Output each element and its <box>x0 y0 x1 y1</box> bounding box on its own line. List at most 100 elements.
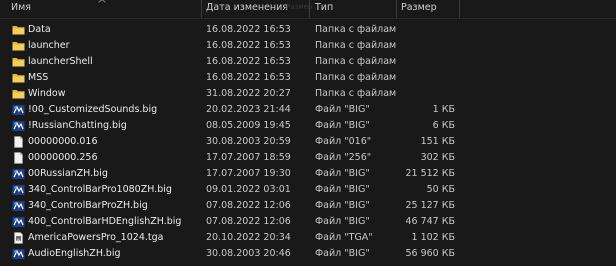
file-size: 21 512 КБ <box>405 168 455 179</box>
file-size <box>397 86 455 102</box>
file-size: 1 102 КБ <box>411 232 455 243</box>
list-item[interactable]: AudioEnglishZH.big 30.08.2003 20:46 Файл… <box>0 246 460 262</box>
list-item[interactable]: !00_CustomizedSounds.big 20.02.2023 21:4… <box>0 102 460 118</box>
column-header-type[interactable]: Тип <box>310 0 397 18</box>
file-size: 50 КБ <box>426 184 455 195</box>
file-date: 08.05.2009 19:45 <box>206 120 291 131</box>
column-header-size[interactable]: Размер <box>397 0 460 18</box>
file-name: 00RussianZH.big <box>28 168 108 179</box>
file-name: 00000000.256 <box>28 152 98 163</box>
file-date: 07.08.2022 12:06 <box>206 216 291 227</box>
list-item[interactable]: Window 31.08.2022 20:27 Папка с файлами <box>0 86 460 102</box>
file-type: Файл "BIG" <box>315 248 370 259</box>
file-name: 340_ControlBarProZH.big <box>28 200 148 211</box>
file-name: AmericaPowersPro_1024.tga <box>28 232 164 243</box>
file-type: Файл "BIG" <box>315 200 370 211</box>
file-type: Файл "TGA" <box>315 232 373 243</box>
column-header-name-label: Имя <box>11 2 31 13</box>
list-item[interactable]: launcher 16.08.2022 16:53 Папка с файлам… <box>0 38 460 54</box>
column-header-date-label: Дата изменения <box>206 2 289 13</box>
big-file-icon <box>12 185 25 195</box>
list-item[interactable]: !RussianChatting.big 08.05.2009 19:45 Фа… <box>0 118 460 134</box>
file-name: AudioEnglishZH.big <box>28 248 121 259</box>
file-type: Файл "016" <box>315 136 372 147</box>
file-date: 16.08.2022 16:53 <box>206 40 291 51</box>
file-date: 16.08.2022 16:53 <box>206 72 291 83</box>
big-file-icon <box>12 105 25 115</box>
file-date: 20.02.2023 21:44 <box>206 104 291 115</box>
list-item[interactable]: 00RussianZH.big 17.07.2007 19:30 Файл "B… <box>0 166 460 182</box>
file-date: 09.01.2022 03:01 <box>206 184 291 195</box>
file-size <box>397 38 455 54</box>
list-item[interactable]: AmericaPowersPro_1024.tga 20.10.2022 20:… <box>0 230 460 246</box>
file-size: 56 960 КБ <box>405 248 455 259</box>
file-type: Файл "256" <box>315 152 372 163</box>
file-type: Файл "BIG" <box>315 104 370 115</box>
generic-file-icon <box>14 152 23 164</box>
file-type: Файл "BIG" <box>315 184 370 195</box>
folder-icon <box>12 42 25 51</box>
file-name: 340_ControlBarPro1080ZH.big <box>28 184 172 195</box>
column-header-type-label: Тип <box>315 2 334 13</box>
tga-file-icon <box>14 232 23 244</box>
sort-up-icon <box>98 0 106 3</box>
file-date: 30.08.2003 20:46 <box>206 248 291 259</box>
list-item[interactable]: Data 16.08.2022 16:53 Папка с файлами <box>0 22 460 38</box>
big-file-icon <box>12 217 25 227</box>
file-name: launcherShell <box>28 56 93 67</box>
file-name: MSS <box>28 72 49 83</box>
file-type: Папка с файлами <box>315 24 397 35</box>
file-type: Файл "BIG" <box>315 120 370 131</box>
list-item[interactable]: 00000000.256 17.07.2007 18:59 Файл "256"… <box>0 150 460 166</box>
file-size: 302 КБ <box>420 152 455 163</box>
column-header-name[interactable]: Имя <box>0 0 202 18</box>
folder-icon <box>12 58 25 67</box>
file-size: 46 747 КБ <box>405 216 455 227</box>
file-name: launcher <box>28 40 70 51</box>
file-list: Data 16.08.2022 16:53 Папка с файлами la… <box>0 22 460 262</box>
folder-icon <box>12 74 25 83</box>
file-explorer-list: Имя Дата изменения Тип Размер Размер Dat… <box>0 0 616 266</box>
file-date: 30.08.2003 20:59 <box>206 136 291 147</box>
file-size <box>397 22 455 38</box>
column-header-size-label: Размер <box>401 2 437 13</box>
file-size <box>397 70 455 86</box>
file-date: 17.07.2007 18:59 <box>206 152 291 163</box>
file-date: 20.10.2022 20:34 <box>206 232 291 243</box>
file-size: 6 КБ <box>432 120 455 131</box>
file-date: 07.08.2022 12:06 <box>206 200 291 211</box>
file-type: Папка с файлами <box>315 40 397 51</box>
file-name: 00000000.016 <box>28 136 98 147</box>
file-date: 16.08.2022 16:53 <box>206 56 291 67</box>
column-header-bar: Имя Дата изменения Тип Размер Размер <box>0 0 616 19</box>
list-item[interactable]: MSS 16.08.2022 16:53 Папка с файлами <box>0 70 460 86</box>
file-name: Window <box>28 88 66 99</box>
file-type: Файл "BIG" <box>315 216 370 227</box>
big-file-icon <box>12 169 25 179</box>
list-item[interactable]: launcherShell 16.08.2022 16:53 Папка с ф… <box>0 54 460 70</box>
file-date: 31.08.2022 20:27 <box>206 88 291 99</box>
folder-icon <box>12 26 25 35</box>
file-type: Папка с файлами <box>315 56 397 67</box>
big-file-icon <box>12 249 25 259</box>
list-item[interactable]: 340_ControlBarPro1080ZH.big 09.01.2022 0… <box>0 182 460 198</box>
file-size: 1 КБ <box>432 104 455 115</box>
file-type: Папка с файлами <box>315 88 397 99</box>
file-name: 400_ControlBarHDEnglishZH.big <box>28 216 182 227</box>
big-file-icon <box>12 201 25 211</box>
drag-ghost-text: Размер <box>286 3 313 11</box>
folder-icon <box>12 90 25 99</box>
file-name: Data <box>28 24 51 35</box>
file-type: Файл "BIG" <box>315 168 370 179</box>
file-date: 16.08.2022 16:53 <box>206 24 291 35</box>
file-size: 25 127 КБ <box>405 200 455 211</box>
list-item[interactable]: 400_ControlBarHDEnglishZH.big 07.08.2022… <box>0 214 460 230</box>
list-item[interactable]: 00000000.016 30.08.2003 20:59 Файл "016"… <box>0 134 460 150</box>
file-name: !00_CustomizedSounds.big <box>28 104 158 115</box>
file-name: !RussianChatting.big <box>28 120 127 131</box>
file-size: 151 КБ <box>420 136 455 147</box>
file-type: Папка с файлами <box>315 72 397 83</box>
big-file-icon <box>12 121 25 131</box>
file-date: 17.07.2007 19:30 <box>206 168 291 179</box>
list-item[interactable]: 340_ControlBarProZH.big 07.08.2022 12:06… <box>0 198 460 214</box>
